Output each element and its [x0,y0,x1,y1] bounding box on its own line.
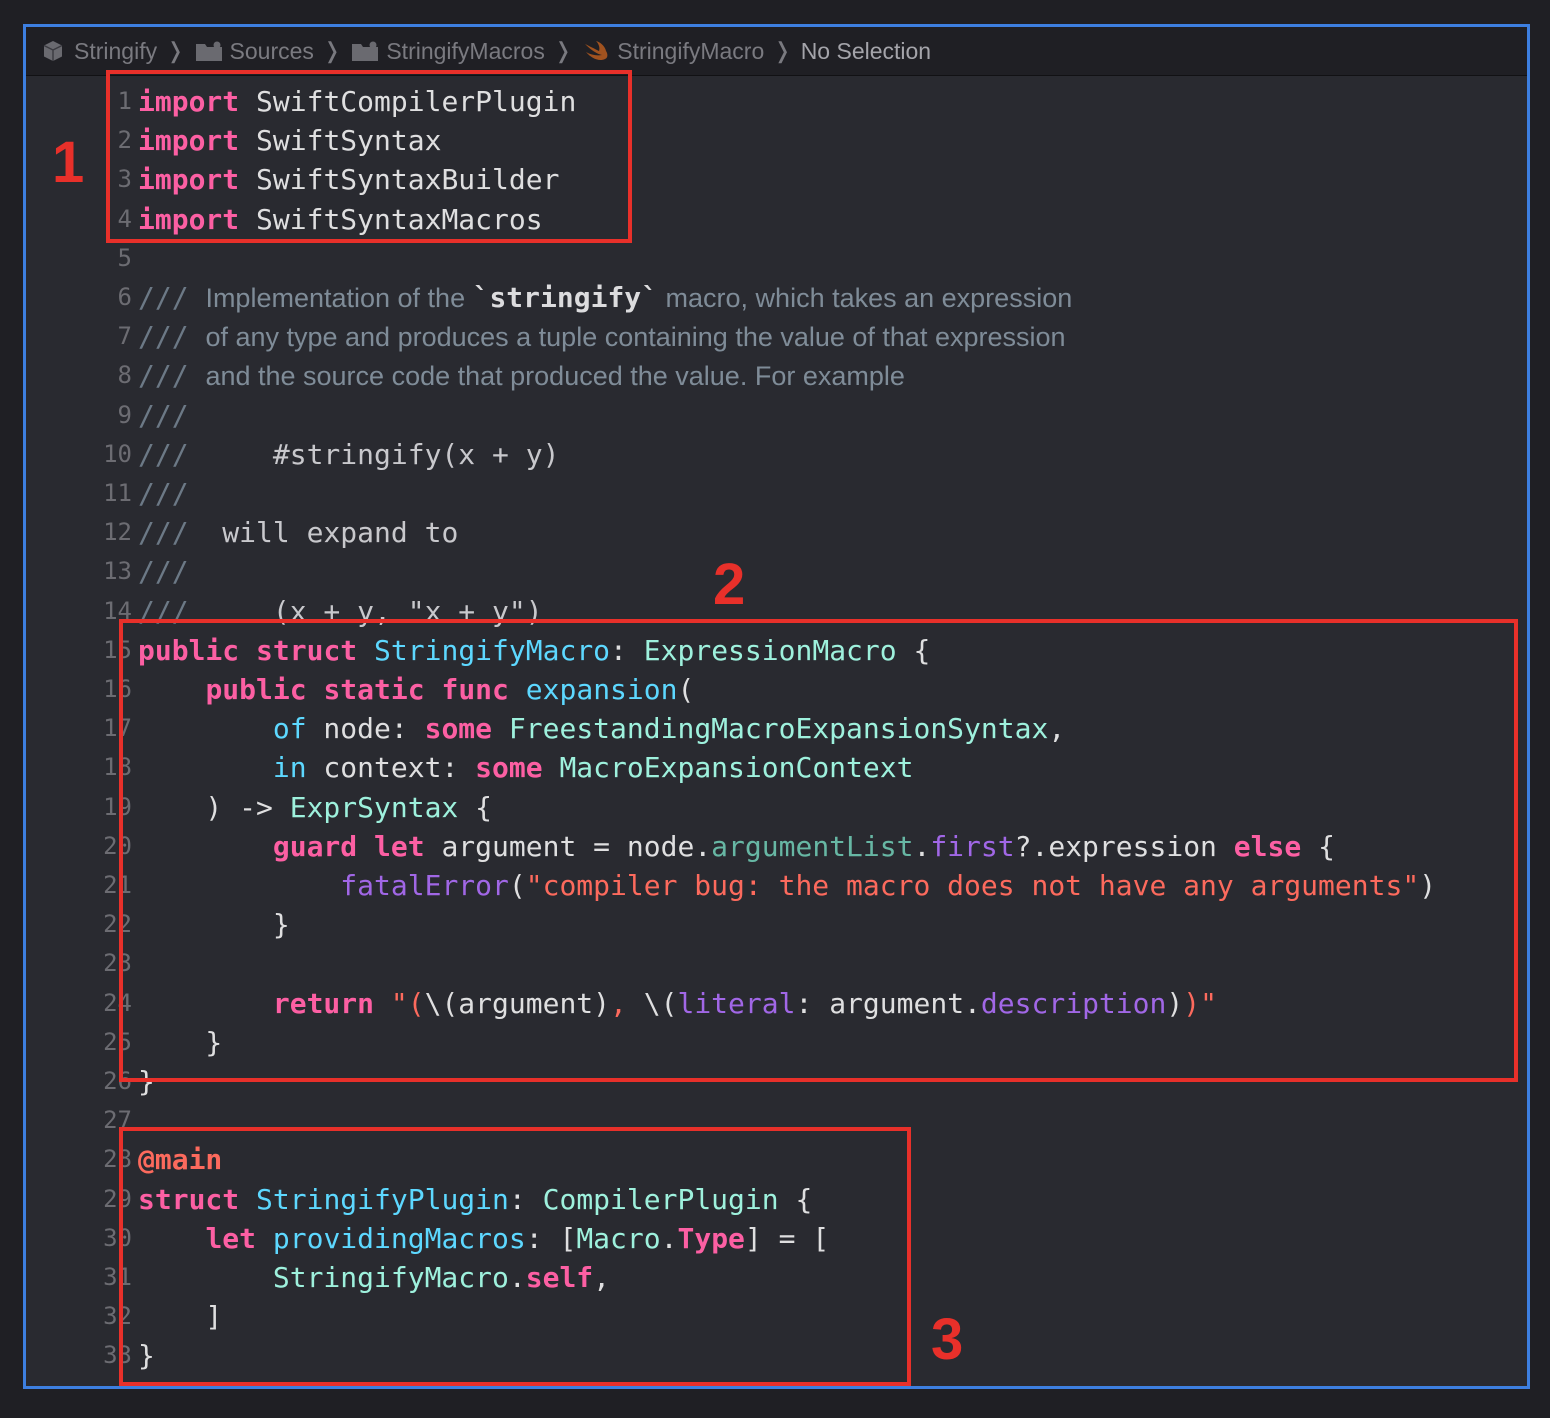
annotation-label-2: 2 [713,552,746,617]
code-line[interactable]: /// [138,552,1527,591]
jumpbar-item-label: Stringify [74,37,158,64]
code-line[interactable]: /// Implementation of the `stringify` ma… [138,278,1527,317]
code-token: /// [138,555,189,589]
code-line[interactable]: /// #stringify(x + y) [138,435,1527,474]
code-token: /// [138,477,189,510]
code-token: /// [138,516,223,550]
folder-icon [350,38,380,64]
code-token: Implementation of the [205,283,473,313]
jump-bar: Stringify ❭ Sources ❭ StringifyMacros ❭ … [26,27,1527,76]
code-token: /// [138,281,206,314]
code-token: and the source code that produced the va… [205,361,905,392]
code-line[interactable]: /// of any type and produces a tuple con… [138,317,1527,356]
line-number: 7 [117,322,132,351]
line-number: 10 [103,439,132,468]
code-token: /// [138,398,189,432]
code-line[interactable]: /// [138,474,1527,513]
code-token: of any type and produces a tuple contain… [205,322,1066,353]
code-line[interactable]: /// and the source code that produced th… [138,356,1527,395]
code-token: /// [138,437,273,471]
code-line[interactable]: /// [138,396,1527,435]
line-number: 9 [117,400,132,429]
jumpbar-item-label: No Selection [800,37,932,64]
jumpbar-item-selection[interactable]: No Selection [801,38,931,65]
code-token: `stringify` [472,281,659,314]
jumpbar-item-project[interactable]: Stringify [38,38,157,65]
line-number: 12 [103,518,132,547]
annotation-box-1 [106,70,632,243]
jumpbar-item-stringifymacros[interactable]: StringifyMacros [350,37,545,65]
code-token: will expand to [222,516,459,550]
breadcrumb-separator: ❭ [322,38,342,63]
code-token: /// [138,359,206,393]
package-icon [38,38,68,64]
jumpbar-item-label: StringifyMacro [617,37,765,64]
swift-icon [581,38,611,64]
jumpbar-item-label: StringifyMacros [386,37,545,64]
breadcrumb-separator: ❭ [553,38,573,63]
code-token: /// [138,320,206,354]
jumpbar-item-sources[interactable]: Sources [194,38,314,65]
code-line[interactable]: /// will expand to [138,513,1527,552]
annotation-box-2 [119,619,1518,1082]
code-token: #stringify(x + y) [272,437,560,471]
line-number: 11 [103,479,132,507]
annotation-label-3: 3 [931,1307,964,1372]
line-number: 8 [117,361,132,390]
annotation-label-1: 1 [52,130,85,195]
jumpbar-item-label: Sources [229,37,314,64]
annotation-box-3 [119,1127,911,1386]
breadcrumb-separator: ❭ [773,38,792,63]
jumpbar-item-file[interactable]: StringifyMacro [581,38,764,65]
line-number: 6 [117,283,132,311]
line-number: 13 [103,557,132,586]
line-number: 5 [117,243,132,272]
code-line[interactable] [138,239,1527,278]
breadcrumb-separator: ❭ [166,38,185,63]
code-token: macro, which takes an expression [658,283,1073,313]
folder-icon [194,38,224,64]
